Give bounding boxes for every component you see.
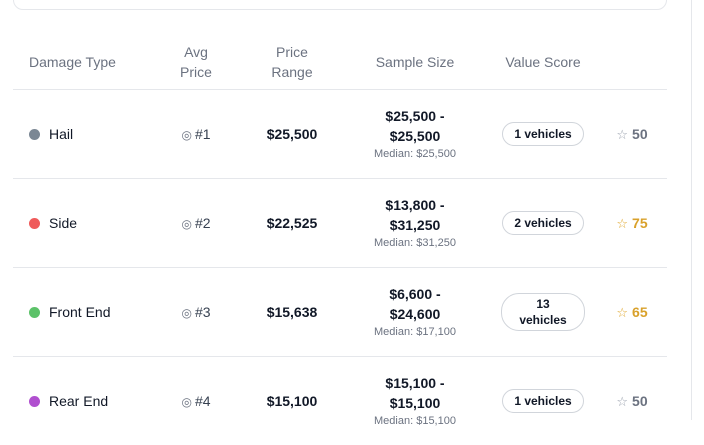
value-score: 50 bbox=[632, 126, 648, 142]
damage-type-name: Front End bbox=[49, 304, 110, 320]
price-range-value: $25,500 - $25,500 bbox=[375, 106, 455, 146]
header-value-score[interactable]: Value Score bbox=[489, 34, 597, 90]
price-range-cell: $6,600 - $24,600Median: $17,100 bbox=[341, 268, 489, 357]
price-range-cell: $13,800 - $31,250Median: $31,250 bbox=[341, 179, 489, 268]
sample-size-cell: 1 vehicles bbox=[489, 357, 597, 445]
rank-cell: ◎ #1 bbox=[149, 90, 243, 179]
header-damage-type[interactable]: Damage Type bbox=[13, 34, 149, 90]
scroll-edge bbox=[691, 0, 692, 420]
star-outline-icon[interactable]: ☆ bbox=[616, 216, 628, 231]
median-value: Median: $15,100 bbox=[341, 414, 489, 429]
value-score-cell: ☆ 75 bbox=[597, 179, 667, 268]
sample-size-badge: 1 vehicles bbox=[502, 389, 583, 413]
color-dot bbox=[29, 218, 40, 229]
star-outline-icon[interactable]: ☆ bbox=[616, 305, 628, 320]
price-range-cell: $15,100 - $15,100Median: $15,100 bbox=[341, 357, 489, 445]
damage-type-cell: Front End bbox=[13, 268, 149, 357]
table-row[interactable]: Hail◎#1$25,500$25,500 - $25,500Median: $… bbox=[13, 90, 667, 179]
damage-type-name: Hail bbox=[49, 126, 73, 142]
target-icon: ◎ bbox=[181, 306, 191, 320]
color-dot bbox=[29, 129, 40, 140]
value-score-cell: ☆ 50 bbox=[597, 90, 667, 179]
sample-size-badge: 2 vehicles bbox=[502, 211, 583, 235]
rank-value: #1 bbox=[195, 126, 211, 142]
damage-type-cell: Side bbox=[13, 179, 149, 268]
median-value: Median: $17,100 bbox=[341, 325, 489, 340]
sample-size-cell: 13 vehicles bbox=[489, 268, 597, 357]
damage-type-cell: Hail bbox=[13, 90, 149, 179]
damage-type-name: Side bbox=[49, 215, 77, 231]
sample-size-cell: 2 vehicles bbox=[489, 179, 597, 268]
star-outline-icon[interactable]: ☆ bbox=[616, 127, 628, 142]
star-outline-icon[interactable]: ☆ bbox=[616, 394, 628, 409]
target-icon: ◎ bbox=[181, 217, 191, 231]
rank-cell: ◎ #3 bbox=[149, 268, 243, 357]
avg-price-value: $25,500 bbox=[243, 90, 341, 179]
rank-cell: ◎ #2 bbox=[149, 179, 243, 268]
table-row[interactable]: Front End◎#3$15,638$6,600 - $24,600Media… bbox=[13, 268, 667, 357]
damage-type-cell: Rear End bbox=[13, 357, 149, 445]
price-range-value: $15,100 - $15,100 bbox=[375, 373, 455, 413]
color-dot bbox=[29, 396, 40, 407]
value-score: 50 bbox=[632, 393, 648, 409]
value-score-cell: ☆ 50 bbox=[597, 357, 667, 445]
table-row[interactable]: Side◎#2$22,525$13,800 - $31,250Median: $… bbox=[13, 179, 667, 268]
header-avg-price-label: Avg Price bbox=[176, 42, 216, 82]
value-score: 65 bbox=[632, 304, 648, 320]
damage-type-table: Damage Type Avg Price Price Range Sample… bbox=[13, 34, 667, 445]
table-row[interactable]: Rear End◎#4$15,100$15,100 - $15,100Media… bbox=[13, 357, 667, 445]
damage-type-name: Rear End bbox=[49, 393, 108, 409]
header-sample-size[interactable]: Sample Size bbox=[341, 34, 489, 90]
rank-value: #4 bbox=[195, 393, 211, 409]
rank-value: #2 bbox=[195, 215, 211, 231]
header-avg-price[interactable]: Avg Price bbox=[149, 34, 243, 90]
header-score-spacer bbox=[597, 34, 667, 90]
sample-size-badge: 13 vehicles bbox=[501, 293, 585, 331]
rank-value: #3 bbox=[195, 304, 211, 320]
table-header-row: Damage Type Avg Price Price Range Sample… bbox=[13, 34, 667, 90]
color-dot bbox=[29, 307, 40, 318]
value-score: 75 bbox=[632, 215, 648, 231]
price-range-cell: $25,500 - $25,500Median: $25,500 bbox=[341, 90, 489, 179]
median-value: Median: $25,500 bbox=[341, 147, 489, 162]
sample-size-badge: 1 vehicles bbox=[502, 122, 583, 146]
avg-price-value: $15,638 bbox=[243, 268, 341, 357]
sample-size-cell: 1 vehicles bbox=[489, 90, 597, 179]
avg-price-value: $15,100 bbox=[243, 357, 341, 445]
header-price-range-label: Price Range bbox=[268, 42, 316, 82]
top-card bbox=[13, 0, 667, 10]
price-range-value: $6,600 - $24,600 bbox=[375, 284, 455, 324]
avg-price-value: $22,525 bbox=[243, 179, 341, 268]
target-icon: ◎ bbox=[181, 128, 191, 142]
price-range-value: $13,800 - $31,250 bbox=[375, 195, 455, 235]
target-icon: ◎ bbox=[181, 395, 191, 409]
rank-cell: ◎ #4 bbox=[149, 357, 243, 445]
value-score-cell: ☆ 65 bbox=[597, 268, 667, 357]
header-price-range[interactable]: Price Range bbox=[243, 34, 341, 90]
median-value: Median: $31,250 bbox=[341, 236, 489, 251]
